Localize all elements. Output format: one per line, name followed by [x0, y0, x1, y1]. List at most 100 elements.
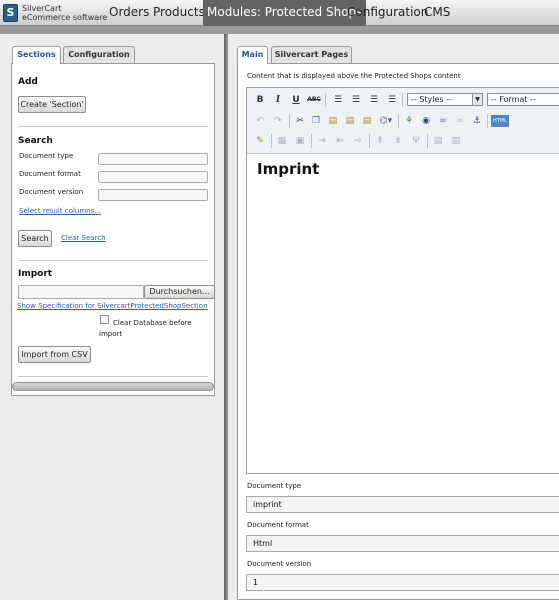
merge-cells-icon[interactable]: Ψ [409, 134, 423, 148]
document-format-label: Document format [247, 521, 309, 529]
split-cell-icon[interactable]: ⇨ [351, 134, 365, 148]
bold-icon[interactable]: B [253, 93, 267, 107]
insert-special-icon[interactable]: ⌬▾ [377, 114, 395, 128]
tab-sections[interactable]: Sections [12, 46, 61, 64]
nav-configuration[interactable]: Configuration [347, 0, 428, 26]
nav-products[interactable]: Products [153, 0, 205, 26]
show-specification-link[interactable]: Show Specification for SilvercartProtect… [17, 302, 208, 310]
flash-icon[interactable]: ◉ [419, 114, 433, 128]
toolbar-separator [487, 114, 488, 128]
csv-file-input[interactable] [18, 285, 144, 299]
wysiwyg-editor[interactable]: B I U ABC ☰ ☰ ☰ ☰ -- Styles -- ▼ -- Forma… [246, 87, 559, 474]
grid-icon[interactable]: ▤ [431, 134, 445, 148]
align-center-icon[interactable]: ☰ [349, 93, 363, 107]
document-type-label: Document type [247, 482, 302, 490]
content-label: Content that is displayed above the Prot… [247, 72, 461, 80]
document-format-search-input[interactable] [98, 171, 208, 183]
toolbar-separator [369, 134, 370, 148]
divider [18, 260, 208, 261]
paste-icon[interactable]: ▤ [326, 114, 340, 128]
align-justify-icon[interactable]: ☰ [385, 93, 399, 107]
logo-line-1: SilverCart [22, 4, 62, 13]
insert-row-icon[interactable]: ⇥ [315, 134, 329, 148]
tab-silvercart-pages[interactable]: Silvercart Pages [271, 46, 352, 63]
nav-cms[interactable]: CMS [424, 0, 450, 26]
divider [18, 126, 208, 127]
anchor-icon[interactable]: ⚓ [470, 114, 484, 128]
silvercart-logo-icon: S [3, 4, 18, 22]
table-icon[interactable]: ▦ [275, 134, 289, 148]
logo-line-2: eCommerce software [22, 13, 108, 22]
toolbar-separator [289, 114, 290, 128]
toolbar-separator [311, 134, 312, 148]
divider [18, 376, 208, 377]
italic-icon[interactable]: I [271, 93, 285, 107]
copy-icon[interactable]: ❐ [309, 114, 323, 128]
document-version-search-input[interactable] [98, 189, 208, 201]
redo-icon[interactable]: ↷ [271, 114, 285, 128]
chevron-down-icon: ▼ [472, 94, 482, 105]
toolbar-separator [271, 134, 272, 148]
browse-button[interactable]: Durchsuchen... [144, 285, 215, 299]
clear-database-label-1: Clear Database before [113, 319, 192, 327]
sections-panel: Add Create 'Section' Search Document typ… [11, 63, 215, 396]
underline-icon[interactable]: U [289, 93, 303, 107]
toolbar-separator [398, 114, 399, 128]
create-section-button[interactable]: Create 'Section' [18, 96, 86, 113]
nav-separator-bar [0, 26, 559, 34]
clear-database-label-2: import [99, 330, 123, 338]
import-from-csv-button[interactable]: Import from CSV [18, 346, 91, 363]
search-button[interactable]: Search [18, 230, 52, 247]
grid2-icon[interactable]: ▤ [449, 134, 463, 148]
toolbar-separator [427, 134, 428, 148]
clear-database-checkbox[interactable] [100, 315, 109, 324]
format-select-value: -- Format -- [491, 95, 536, 104]
html-icon[interactable]: HTML [491, 115, 509, 127]
editor-content-heading[interactable]: Imprint [257, 160, 319, 178]
insert-col-icon[interactable]: ⇞ [373, 134, 387, 148]
main-tab-panel: Content that is displayed above the Prot… [237, 63, 559, 600]
document-type-search-input[interactable] [98, 153, 208, 165]
add-heading: Add [18, 77, 38, 87]
styles-select[interactable]: -- Styles -- ▼ [407, 93, 483, 106]
align-right-icon[interactable]: ☰ [367, 93, 381, 107]
document-version-label: Document version [19, 188, 84, 196]
cut-icon[interactable]: ✂ [293, 114, 307, 128]
nav-modules-protected-shops[interactable]: Modules: Protected Shops [203, 0, 367, 26]
silvercart-logo[interactable]: S SilverCart eCommerce software [3, 3, 107, 23]
align-left-icon[interactable]: ☰ [331, 93, 345, 107]
toolbar-separator [402, 93, 403, 107]
delete-row-icon[interactable]: ⇤ [333, 134, 347, 148]
delete-col-icon[interactable]: ⇟ [391, 134, 405, 148]
document-type-field[interactable]: imprint [246, 496, 559, 513]
cleanup-icon[interactable]: ✎ [253, 134, 267, 148]
unlink-icon[interactable]: ∞ [453, 114, 467, 128]
document-version-label: Document version [247, 560, 312, 568]
table-properties-icon[interactable]: ▣ [293, 134, 307, 148]
top-navigation: S SilverCart eCommerce software Orders P… [0, 0, 559, 26]
toolbar-separator [325, 93, 326, 107]
strikethrough-icon[interactable]: ABC [307, 93, 321, 107]
clear-search-link[interactable]: Clear Search [61, 234, 106, 242]
nav-orders[interactable]: Orders [109, 0, 149, 26]
left-panel: Sections Configuration Add Create 'Secti… [0, 34, 226, 600]
insert-image-icon[interactable]: ⚘ [402, 114, 416, 128]
document-type-label: Document type [19, 152, 74, 160]
editor-toolbar: B I U ABC ☰ ☰ ☰ ☰ -- Styles -- ▼ -- Forma… [247, 88, 559, 154]
document-format-field[interactable]: Html [246, 535, 559, 552]
styles-select-value: -- Styles -- [411, 95, 452, 104]
undo-icon[interactable]: ↶ [253, 114, 267, 128]
paste-word-icon[interactable]: ▤ [360, 114, 374, 128]
import-heading: Import [18, 269, 53, 279]
paste-text-icon[interactable]: ▤ [343, 114, 357, 128]
search-heading: Search [18, 136, 53, 146]
document-version-field[interactable]: 1 [246, 574, 559, 591]
right-panel: Main Silvercart Pages Content that is di… [228, 34, 559, 600]
document-format-label: Document format [19, 170, 81, 178]
format-select[interactable]: -- Format -- [487, 93, 559, 106]
tab-configuration[interactable]: Configuration [63, 46, 135, 63]
horizontal-scrollbar[interactable] [12, 382, 214, 391]
link-icon[interactable]: ∞ [436, 114, 450, 128]
tab-main[interactable]: Main [237, 46, 268, 64]
select-result-columns-link[interactable]: Select result columns... [19, 207, 101, 215]
